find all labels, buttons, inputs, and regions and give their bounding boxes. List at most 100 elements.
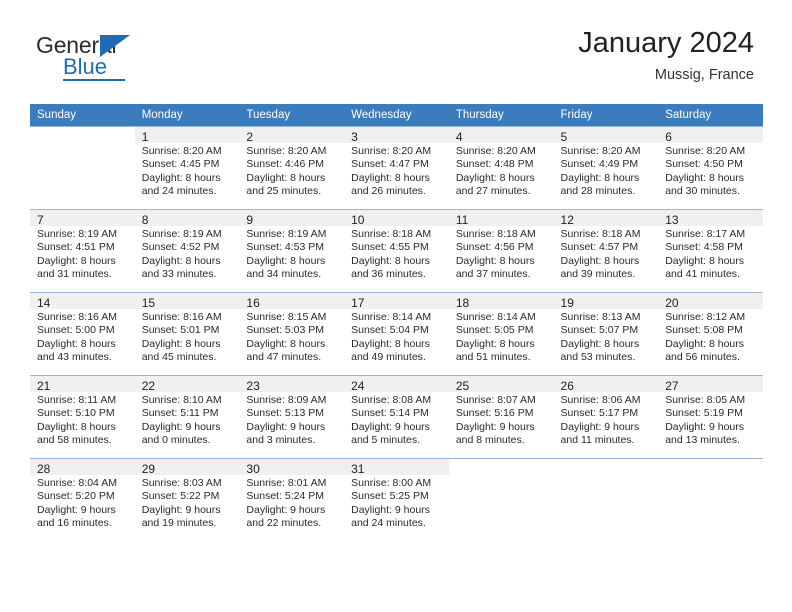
calendar-day-cell[interactable]: 4 Sunrise: 8:20 AM Sunset: 4:48 PM Daylight…	[448, 126, 554, 209]
day-detail-sunrise: Sunrise: 8:20 AM	[141, 145, 222, 157]
day-number: 27	[658, 376, 763, 393]
day-details: Sunrise: 8:05 AM Sunset: 5:19 PM Daylight:…	[658, 392, 763, 458]
day-detail-sunrise: Sunrise: 8:19 AM	[141, 228, 222, 240]
day-detail-sunrise: Sunrise: 8:07 AM	[455, 394, 536, 406]
day-detail-daylight1: Daylight: 8 hours	[455, 254, 535, 267]
calendar-day-cell[interactable]: 25 Sunrise: 8:07 AM Sunset: 5:16 PM Dayligh…	[448, 375, 554, 458]
day-detail-sunrise: Sunrise: 8:14 AM	[455, 311, 536, 323]
day-details: Sunrise: 8:00 AM Sunset: 5:25 PM Daylight:…	[344, 475, 449, 541]
day-cell-inner: 20 Sunrise: 8:12 AM Sunset: 5:08 PM Dayligh…	[658, 292, 763, 375]
day-detail-sunrise: Sunrise: 8:01 AM	[246, 477, 327, 489]
day-number: 15	[134, 293, 240, 310]
calendar-day-cell[interactable]: 23 Sunrise: 8:09 AM Sunset: 5:13 PM Dayligh…	[239, 375, 345, 458]
day-cell-inner: 19 Sunrise: 8:13 AM Sunset: 5:07 PM Dayligh…	[553, 292, 659, 375]
day-detail-daylight2: and 19 minutes.	[141, 517, 217, 530]
calendar-day-cell[interactable]: 21 Sunrise: 8:11 AM Sunset: 5:10 PM Dayligh…	[30, 375, 135, 458]
day-detail-daylight2: and 0 minutes.	[141, 434, 211, 447]
day-details: Sunrise: 8:19 AM Sunset: 4:51 PM Daylight:…	[30, 226, 135, 292]
calendar-day-cell[interactable]: 3 Sunrise: 8:20 AM Sunset: 4:47 PM Daylight…	[344, 126, 449, 209]
day-detail-sunrise: Sunrise: 8:14 AM	[351, 311, 432, 323]
day-number: 18	[448, 293, 554, 310]
calendar-day-cell[interactable]: 6 Sunrise: 8:20 AM Sunset: 4:50 PM Daylight…	[658, 126, 763, 209]
day-detail-sunset: Sunset: 5:04 PM	[351, 324, 429, 337]
calendar-day-cell[interactable]: 27 Sunrise: 8:05 AM Sunset: 5:19 PM Dayligh…	[658, 375, 763, 458]
calendar-day-cell[interactable]: 18 Sunrise: 8:14 AM Sunset: 5:05 PM Dayligh…	[448, 292, 554, 375]
day-detail-daylight1: Daylight: 9 hours	[141, 503, 221, 516]
calendar-day-cell[interactable]: 19 Sunrise: 8:13 AM Sunset: 5:07 PM Dayligh…	[553, 292, 659, 375]
day-number: 2	[239, 127, 345, 144]
day-detail-daylight2: and 5 minutes.	[351, 434, 420, 447]
calendar-day-cell[interactable]: 2 Sunrise: 8:20 AM Sunset: 4:46 PM Daylight…	[239, 126, 345, 209]
weekday-header-monday: Monday	[134, 104, 240, 126]
day-number: 29	[134, 459, 240, 476]
calendar-day-cell[interactable]: 1 Sunrise: 8:20 AM Sunset: 4:45 PM Daylight…	[134, 126, 240, 209]
day-detail-sunrise: Sunrise: 8:16 AM	[141, 311, 222, 323]
day-number: 8	[134, 210, 240, 227]
calendar-day-cell[interactable]: 12 Sunrise: 8:18 AM Sunset: 4:57 PM Dayligh…	[553, 209, 659, 292]
calendar-header-row: Sunday Monday Tuesday Wednesday Thursday…	[30, 104, 763, 126]
calendar-day-cell[interactable]: 26 Sunrise: 8:06 AM Sunset: 5:17 PM Dayligh…	[553, 375, 659, 458]
calendar-day-cell[interactable]: 24 Sunrise: 8:08 AM Sunset: 5:14 PM Dayligh…	[344, 375, 449, 458]
calendar-day-cell[interactable]: 9 Sunrise: 8:19 AM Sunset: 4:53 PM Daylight…	[239, 209, 345, 292]
calendar-day-cell[interactable]: 20 Sunrise: 8:12 AM Sunset: 5:08 PM Dayligh…	[658, 292, 763, 375]
day-cell-inner: 10 Sunrise: 8:18 AM Sunset: 4:55 PM Dayligh…	[344, 209, 449, 292]
calendar-day-cell[interactable]: 14 Sunrise: 8:16 AM Sunset: 5:00 PM Dayligh…	[30, 292, 135, 375]
calendar-day-cell[interactable]: 8 Sunrise: 8:19 AM Sunset: 4:52 PM Daylight…	[134, 209, 240, 292]
day-detail-daylight1: Daylight: 9 hours	[246, 503, 326, 516]
weekday-header-saturday: Saturday	[658, 104, 763, 126]
day-cell-inner: 26 Sunrise: 8:06 AM Sunset: 5:17 PM Dayligh…	[553, 375, 659, 458]
day-detail-daylight1: Daylight: 8 hours	[141, 254, 221, 267]
calendar-day-cell[interactable]: 17 Sunrise: 8:14 AM Sunset: 5:04 PM Dayligh…	[344, 292, 449, 375]
calendar-week-row: 28 Sunrise: 8:04 AM Sunset: 5:20 PM Dayligh…	[30, 458, 763, 541]
day-detail-sunrise: Sunrise: 8:08 AM	[351, 394, 432, 406]
day-detail-sunset: Sunset: 4:48 PM	[455, 158, 534, 171]
calendar-day-cell[interactable]: 31 Sunrise: 8:00 AM Sunset: 5:25 PM Dayligh…	[344, 458, 449, 541]
day-details: Sunrise: 8:03 AM Sunset: 5:22 PM Daylight:…	[134, 475, 240, 541]
calendar-day-cell[interactable]: 13 Sunrise: 8:17 AM Sunset: 4:58 PM Dayligh…	[658, 209, 763, 292]
day-detail-daylight2: and 25 minutes.	[246, 185, 322, 198]
day-cell-inner: 4 Sunrise: 8:20 AM Sunset: 4:48 PM Daylight…	[448, 126, 554, 209]
day-detail-daylight2: and 27 minutes.	[455, 185, 531, 198]
day-number: 28	[30, 459, 135, 476]
calendar-day-cell[interactable]: 7 Sunrise: 8:19 AM Sunset: 4:51 PM Daylight…	[30, 209, 135, 292]
day-detail-daylight1: Daylight: 8 hours	[665, 254, 745, 267]
calendar-day-cell[interactable]: 22 Sunrise: 8:10 AM Sunset: 5:11 PM Dayligh…	[134, 375, 240, 458]
day-details: Sunrise: 8:18 AM Sunset: 4:55 PM Daylight:…	[344, 226, 449, 292]
day-details: Sunrise: 8:20 AM Sunset: 4:50 PM Daylight:…	[658, 143, 763, 209]
day-cell-inner: 6 Sunrise: 8:20 AM Sunset: 4:50 PM Daylight…	[658, 126, 763, 209]
day-detail-daylight1: Daylight: 9 hours	[37, 503, 116, 516]
day-number: 20	[658, 293, 763, 310]
day-number	[30, 127, 135, 143]
day-number: 21	[30, 376, 135, 393]
day-detail-sunset: Sunset: 4:58 PM	[665, 241, 743, 254]
day-detail-sunrise: Sunrise: 8:04 AM	[37, 477, 117, 489]
day-detail-daylight2: and 53 minutes.	[560, 351, 636, 364]
day-details	[658, 475, 763, 541]
day-details: Sunrise: 8:20 AM Sunset: 4:49 PM Daylight:…	[553, 143, 659, 209]
day-detail-daylight2: and 43 minutes.	[37, 351, 112, 364]
calendar-day-cell[interactable]: 15 Sunrise: 8:16 AM Sunset: 5:01 PM Dayligh…	[134, 292, 240, 375]
day-detail-sunrise: Sunrise: 8:11 AM	[37, 394, 117, 406]
day-detail-sunrise: Sunrise: 8:18 AM	[560, 228, 641, 240]
day-detail-sunset: Sunset: 5:05 PM	[455, 324, 534, 337]
day-details: Sunrise: 8:19 AM Sunset: 4:53 PM Daylight:…	[239, 226, 345, 292]
calendar-day-cell[interactable]: 11 Sunrise: 8:18 AM Sunset: 4:56 PM Dayligh…	[448, 209, 554, 292]
calendar-day-cell[interactable]: 28 Sunrise: 8:04 AM Sunset: 5:20 PM Dayligh…	[30, 458, 135, 541]
calendar-day-cell[interactable]: 5 Sunrise: 8:20 AM Sunset: 4:49 PM Daylight…	[553, 126, 659, 209]
day-detail-daylight2: and 26 minutes.	[351, 185, 426, 198]
day-details: Sunrise: 8:19 AM Sunset: 4:52 PM Daylight:…	[134, 226, 240, 292]
calendar-day-cell[interactable]: 29 Sunrise: 8:03 AM Sunset: 5:22 PM Dayligh…	[134, 458, 240, 541]
day-details: Sunrise: 8:04 AM Sunset: 5:20 PM Daylight:…	[30, 475, 135, 541]
calendar-day-cell[interactable]: 30 Sunrise: 8:01 AM Sunset: 5:24 PM Dayligh…	[239, 458, 345, 541]
day-number: 11	[448, 210, 554, 227]
calendar-day-cell[interactable]: 10 Sunrise: 8:18 AM Sunset: 4:55 PM Dayligh…	[344, 209, 449, 292]
day-number: 3	[344, 127, 449, 144]
day-number: 6	[658, 127, 763, 144]
day-detail-sunrise: Sunrise: 8:20 AM	[665, 145, 746, 157]
day-details: Sunrise: 8:20 AM Sunset: 4:47 PM Daylight:…	[344, 143, 449, 209]
day-details: Sunrise: 8:11 AM Sunset: 5:10 PM Daylight:…	[30, 392, 135, 458]
day-detail-sunset: Sunset: 4:57 PM	[560, 241, 639, 254]
day-detail-sunrise: Sunrise: 8:16 AM	[37, 311, 117, 323]
day-details: Sunrise: 8:14 AM Sunset: 5:05 PM Daylight:…	[448, 309, 554, 375]
calendar-day-cell[interactable]: 16 Sunrise: 8:15 AM Sunset: 5:03 PM Dayligh…	[239, 292, 345, 375]
